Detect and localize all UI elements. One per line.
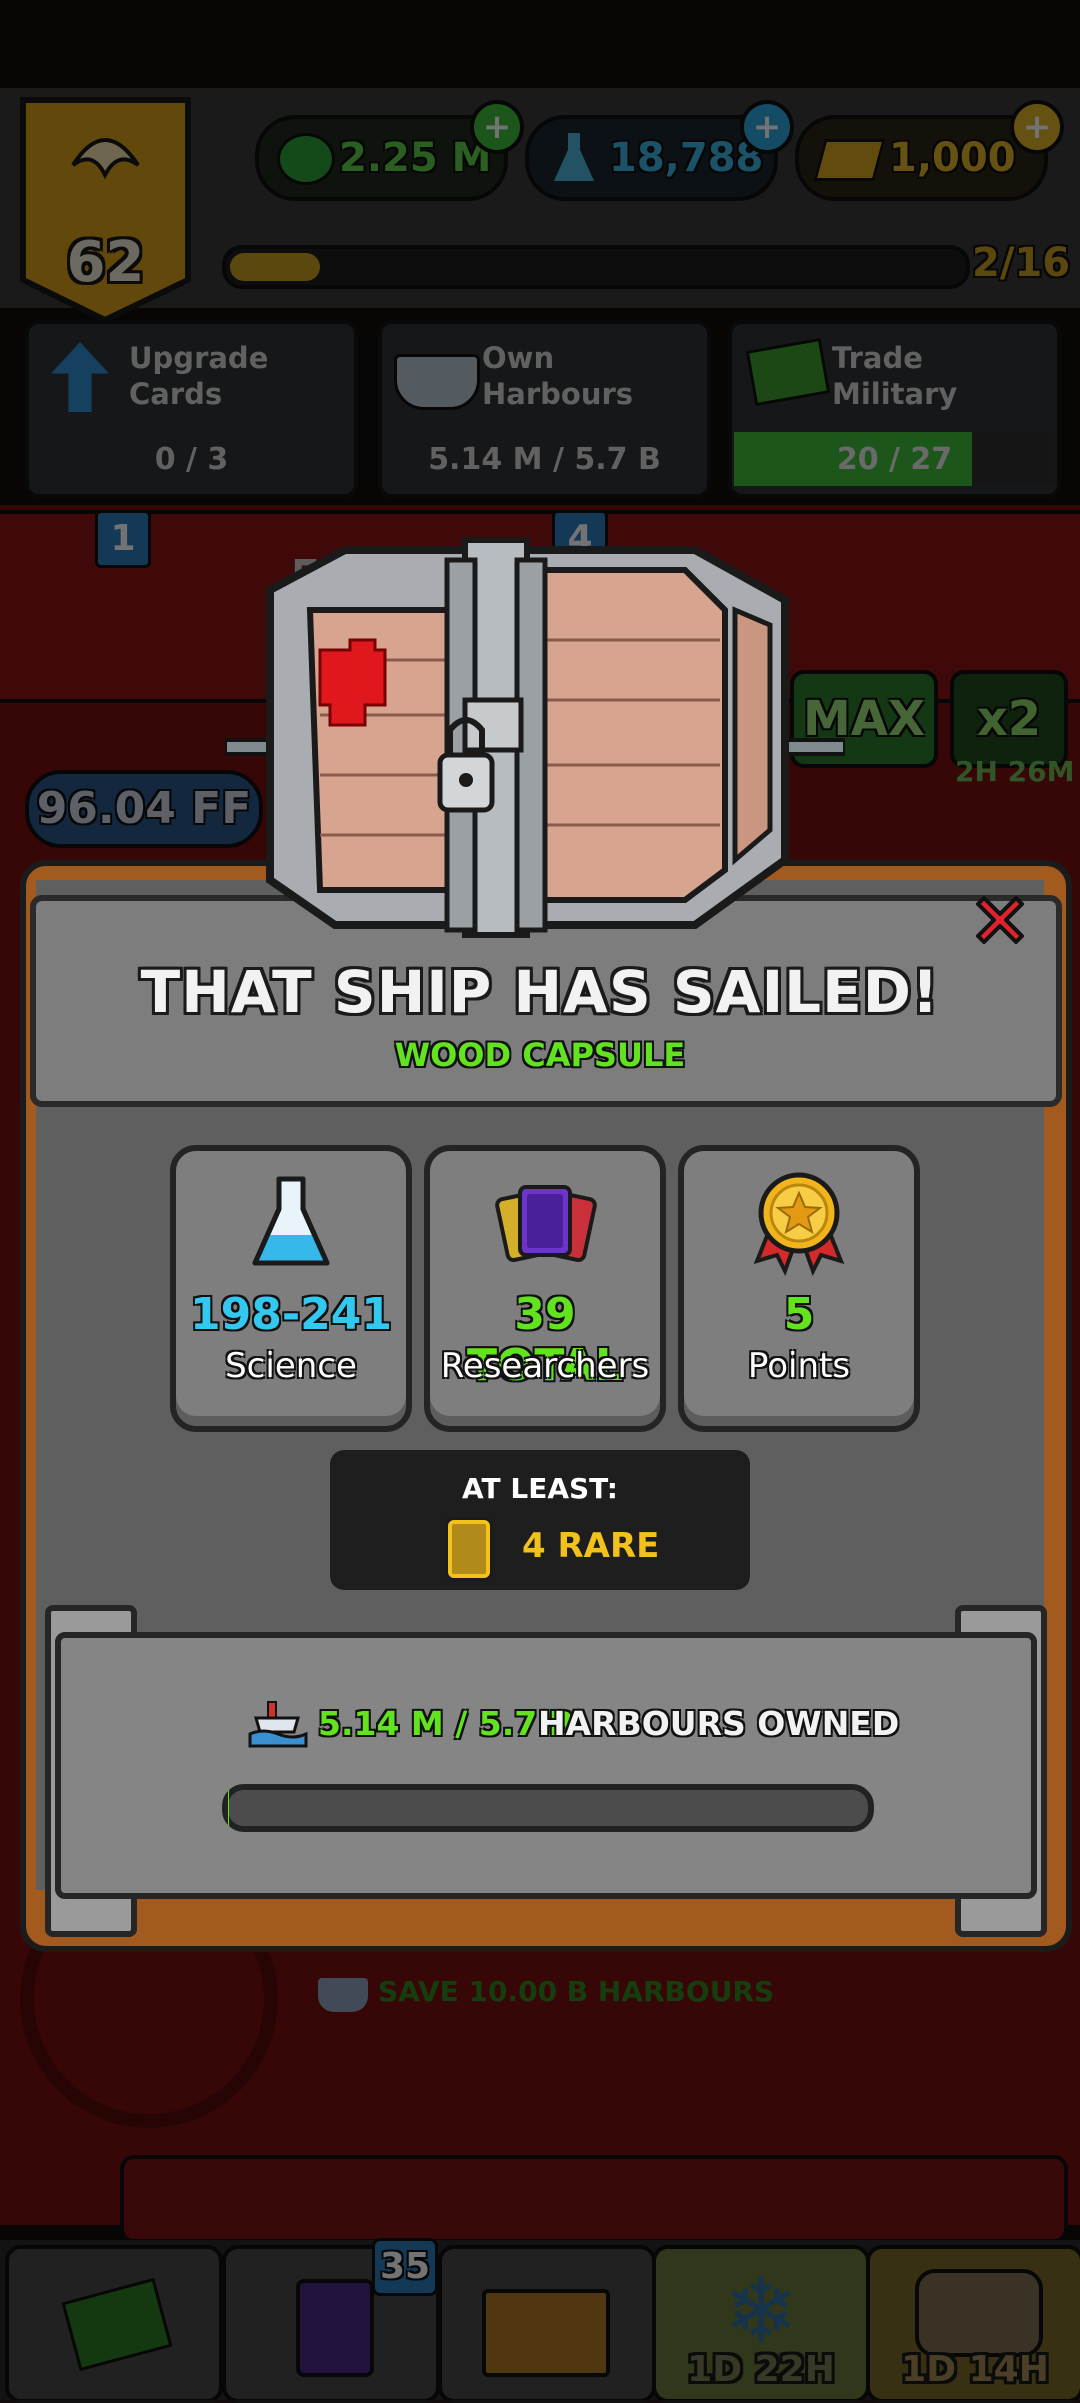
own-harbours-tile[interactable]: Own Harbours 5.14 M / 5.7 B [378, 320, 711, 498]
level-number: 62 [66, 230, 145, 295]
nav-chest-timer: 1D 14H [901, 2349, 1049, 2390]
money-plus-button[interactable]: + [470, 100, 524, 154]
trade-military-tile[interactable]: Trade Military 20 / 27 [728, 320, 1061, 498]
money-value: 2.25 M [339, 135, 492, 181]
points-stat-label: Points [747, 1346, 851, 1386]
harbours-progress-fill [228, 1790, 229, 1826]
level-banner[interactable]: 62 [18, 95, 193, 325]
flask-icon [252, 1176, 330, 1266]
upgrade-cards-tile[interactable]: Upgrade Cards 0 / 3 [25, 320, 358, 498]
gold-value: 1,000 [889, 135, 1016, 181]
nav-folder-icon [482, 2289, 610, 2377]
nav-folder-button[interactable] [438, 2245, 656, 2403]
research-badge-1: 1 [95, 510, 151, 568]
level-progress-bar [222, 245, 970, 289]
points-stat-box: 5 Points [678, 1145, 920, 1432]
at-least-label: AT LEAST: [462, 1472, 618, 1505]
cards-icon [495, 1185, 597, 1262]
own-harbours-label: Own Harbours [482, 341, 634, 411]
own-harbours-value: 5.14 M / 5.7 B [428, 442, 661, 477]
requirement-value: 5.14 M / 5.7 B [318, 1704, 574, 1743]
gold-bars-icon [813, 139, 886, 181]
trade-military-label: Trade Military [832, 341, 958, 411]
wood-capsule-chest [223, 530, 847, 950]
flag-icon [745, 337, 831, 407]
boost-timer: 2H 26M [955, 755, 1075, 788]
save-harbours-text: SAVE 10.00 B HARBOURS [378, 1975, 775, 2008]
nav-cards-badge: 35 [372, 2238, 438, 2296]
nav-freeze-button[interactable]: ❄ 1D 22H [652, 2245, 870, 2403]
medal-icon [753, 1172, 845, 1276]
upgrade-cards-label: Upgrade Cards [129, 341, 269, 411]
rare-card-icon [448, 1520, 490, 1578]
nav-flag-icon [61, 2277, 173, 2372]
science-stat-label: Science [225, 1346, 357, 1386]
boost-button[interactable]: x2 [950, 670, 1068, 768]
harbour-icon [248, 1698, 308, 1750]
science-stat-value: 198-241 [190, 1289, 392, 1340]
science-plus-button[interactable]: + [740, 100, 794, 154]
close-button[interactable] [965, 885, 1035, 955]
nav-cards-icon [296, 2279, 374, 2377]
rare-count: 4 RARE [522, 1526, 660, 1566]
researchers-stat-box: 39 TOTAL Researchers [424, 1145, 666, 1432]
ship-icon [394, 354, 480, 410]
money-icon [277, 133, 335, 185]
close-icon [976, 896, 1024, 944]
researchers-stat-label: Researchers [440, 1346, 650, 1386]
arrow-up-icon [51, 342, 109, 412]
modal-subtitle: WOOD CAPSULE [394, 1036, 686, 1074]
gold-plus-button[interactable]: + [1010, 100, 1064, 154]
harbours-progress-bar [222, 1784, 874, 1832]
science-value: 18,788 [609, 135, 764, 181]
nav-chest-button[interactable]: 1D 14H [866, 2245, 1080, 2403]
second-research-row [120, 2155, 1068, 2243]
points-stat-value: 5 [783, 1289, 815, 1340]
guaranteed-box: AT LEAST: 4 RARE [330, 1450, 750, 1590]
level-progress-text: 2/16 [972, 240, 1071, 286]
trade-military-value: 20 / 27 [836, 442, 953, 477]
flask-icon [554, 133, 594, 181]
requirement-panel [55, 1632, 1037, 1899]
nav-chest-icon [915, 2269, 1043, 2357]
upgrade-cards-value: 0 / 3 [154, 442, 229, 477]
modal-title: THAT SHIP HAS SAILED! [140, 958, 940, 1026]
nav-freeze-timer: 1D 22H [687, 2349, 835, 2390]
requirement-text: HARBOURS OWNED [538, 1704, 900, 1743]
science-stat-box: 198-241 Science [170, 1145, 412, 1432]
nav-military-button[interactable] [5, 2245, 223, 2403]
harbour-small-icon [318, 1978, 368, 2012]
